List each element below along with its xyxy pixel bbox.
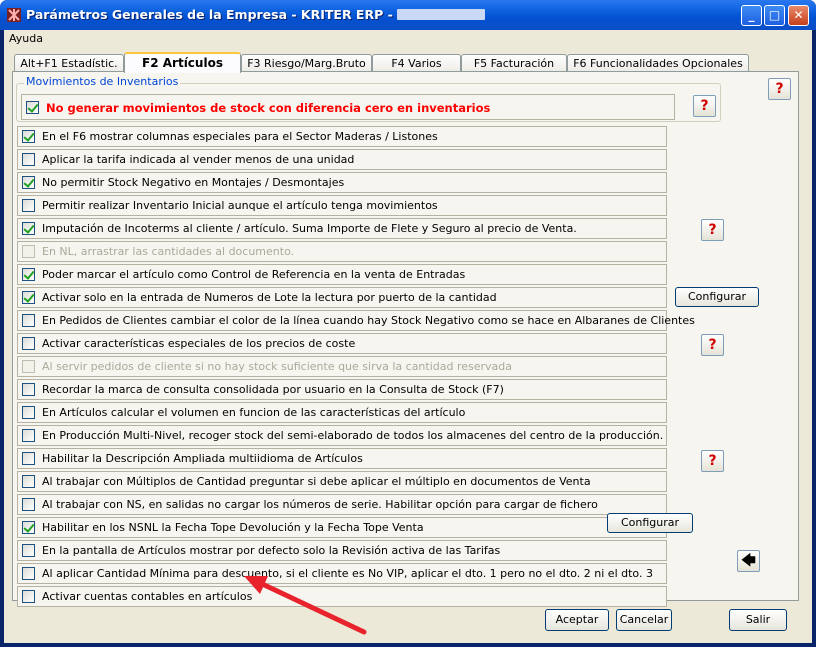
help-icon[interactable]: ? <box>701 334 724 356</box>
option-row[interactable]: En Producción Multi-Nivel, recoger stock… <box>17 425 667 446</box>
option-label: Poder marcar el artículo como Control de… <box>42 268 466 281</box>
configurar-nsnl-button[interactable]: Configurar <box>607 513 693 533</box>
option-label: En Producción Multi-Nivel, recoger stock… <box>42 429 664 442</box>
checkbox[interactable] <box>22 406 35 419</box>
checkbox <box>22 360 35 373</box>
configurar-lote-button[interactable]: Configurar <box>675 287 759 307</box>
option-row[interactable]: Habilitar en los NSNL la Fecha Tope Devo… <box>17 517 667 538</box>
option-label: En Pedidos de Clientes cambiar el color … <box>42 314 695 327</box>
checkbox <box>22 245 35 258</box>
redacted-company <box>396 9 485 20</box>
minimize-button[interactable]: _ <box>741 5 762 26</box>
cancel-button[interactable]: Cancelar <box>616 609 672 631</box>
option-label: Activar características especiales de lo… <box>42 337 356 350</box>
help-icon[interactable]: ? <box>701 450 724 472</box>
option-row[interactable]: Activar solo en la entrada de Numeros de… <box>17 287 667 308</box>
help-icon[interactable]: ? <box>701 219 724 241</box>
option-row[interactable]: En Artículos calcular el volumen en func… <box>17 402 667 423</box>
option-row[interactable]: Permitir realizar Inventario Inicial aun… <box>17 195 667 216</box>
option-label: Habilitar la Descripción Ampliada multii… <box>42 452 363 465</box>
checkbox[interactable] <box>22 314 35 327</box>
app-window: Parámetros Generales de la Empresa - KRI… <box>0 0 816 647</box>
tab-riesgo[interactable]: F3 Riesgo/Marg.Bruto <box>241 54 372 72</box>
annotation-arrow <box>244 576 367 635</box>
option-label: Imputación de Incoterms al cliente / art… <box>42 222 577 235</box>
option-label: En la pantalla de Artículos mostrar por … <box>42 544 501 557</box>
checkbox[interactable] <box>22 567 35 580</box>
option-label: Al trabajar con NS, en salidas no cargar… <box>42 498 598 511</box>
window-client: Ayuda Alt+F1 Estadístic. F2 Artículos F3… <box>4 30 812 643</box>
option-label: Aplicar la tarifa indicada al vender men… <box>42 153 355 166</box>
title-bar[interactable]: Parámetros Generales de la Empresa - KRI… <box>0 0 816 30</box>
option-label: Recordar la marca de consulta consolidad… <box>42 383 504 396</box>
checkbox[interactable] <box>22 383 35 396</box>
option-no-stock-moves[interactable]: No generar movimientos de stock con dife… <box>21 94 675 120</box>
help-icon[interactable]: ? <box>768 78 791 100</box>
option-row[interactable]: Recordar la marca de consulta consolidad… <box>17 379 667 400</box>
checkbox[interactable] <box>22 452 35 465</box>
option-row[interactable]: En el F6 mostrar columnas especiales par… <box>17 126 667 147</box>
checkbox[interactable] <box>22 429 35 442</box>
exit-button[interactable]: Salir <box>729 609 787 631</box>
option-label: En el F6 mostrar columnas especiales par… <box>42 130 438 143</box>
group-legend: Movimientos de Inventarios <box>24 75 181 88</box>
option-row[interactable]: Imputación de Incoterms al cliente / art… <box>17 218 667 239</box>
maximize-button[interactable]: □ <box>764 5 785 26</box>
checkbox[interactable] <box>22 498 35 511</box>
option-label: No generar movimientos de stock con dife… <box>46 101 491 115</box>
checkbox[interactable] <box>22 222 35 235</box>
tab-funcionalidades[interactable]: F6 Funcionalidades Opcionales <box>567 54 749 72</box>
option-label: Al servir pedidos de cliente si no hay s… <box>42 360 513 373</box>
checkbox[interactable] <box>22 199 35 212</box>
checkbox[interactable] <box>22 544 35 557</box>
menu-bar: Ayuda <box>4 30 812 47</box>
option-label: En Artículos calcular el volumen en func… <box>42 406 466 419</box>
close-button[interactable]: ✕ <box>788 5 809 26</box>
option-row[interactable]: Habilitar la Descripción Ampliada multii… <box>17 448 667 469</box>
menu-ayuda[interactable]: Ayuda <box>9 32 43 45</box>
option-row[interactable]: No permitir Stock Negativo en Montajes /… <box>17 172 667 193</box>
option-row[interactable]: Activar características especiales de lo… <box>17 333 667 354</box>
option-row: En NL, arrastrar las cantidades al docum… <box>17 241 667 262</box>
checkbox[interactable] <box>22 521 35 534</box>
checkbox[interactable] <box>22 176 35 189</box>
option-label: Habilitar en los NSNL la Fecha Tope Devo… <box>42 521 424 534</box>
option-label: Activar solo en la entrada de Numeros de… <box>42 291 497 304</box>
tab-varios[interactable]: F4 Varios <box>372 54 461 72</box>
checkbox[interactable] <box>22 130 35 143</box>
option-label: Activar cuentas contables en artículos <box>42 590 253 603</box>
option-label: Permitir realizar Inventario Inicial aun… <box>42 199 438 212</box>
option-row[interactable]: Al trabajar con Múltiplos de Cantidad pr… <box>17 471 667 492</box>
option-row[interactable]: En la pantalla de Artículos mostrar por … <box>17 540 667 561</box>
checkbox[interactable] <box>22 475 35 488</box>
back-arrow-icon[interactable]: 🡄 <box>737 550 760 572</box>
help-icon[interactable]: ? <box>693 95 716 117</box>
checkbox[interactable] <box>22 337 35 350</box>
accept-button[interactable]: Aceptar <box>545 609 609 631</box>
checkbox[interactable] <box>22 590 35 603</box>
app-icon <box>7 8 21 22</box>
checkbox[interactable] <box>22 268 35 281</box>
checkbox[interactable] <box>26 101 39 114</box>
option-label: No permitir Stock Negativo en Montajes /… <box>42 176 345 189</box>
option-row: Al servir pedidos de cliente si no hay s… <box>17 356 667 377</box>
checkbox[interactable] <box>22 291 35 304</box>
tab-facturacion[interactable]: F5 Facturación <box>461 54 567 72</box>
option-label: En NL, arrastrar las cantidades al docum… <box>42 245 295 258</box>
checkbox[interactable] <box>22 153 35 166</box>
option-row[interactable]: Poder marcar el artículo como Control de… <box>17 264 667 285</box>
option-label: Al trabajar con Múltiplos de Cantidad pr… <box>42 475 591 488</box>
window-title: Parámetros Generales de la Empresa - KRI… <box>26 7 485 22</box>
option-row[interactable]: Aplicar la tarifa indicada al vender men… <box>17 149 667 170</box>
tab-estadistic[interactable]: Alt+F1 Estadístic. <box>14 54 124 72</box>
tab-articulos[interactable]: F2 Artículos <box>124 52 241 73</box>
option-row[interactable]: En Pedidos de Clientes cambiar el color … <box>17 310 695 331</box>
option-row[interactable]: Al trabajar con NS, en salidas no cargar… <box>17 494 667 515</box>
tab-strip: Alt+F1 Estadístic. F2 Artículos F3 Riesg… <box>12 52 802 73</box>
